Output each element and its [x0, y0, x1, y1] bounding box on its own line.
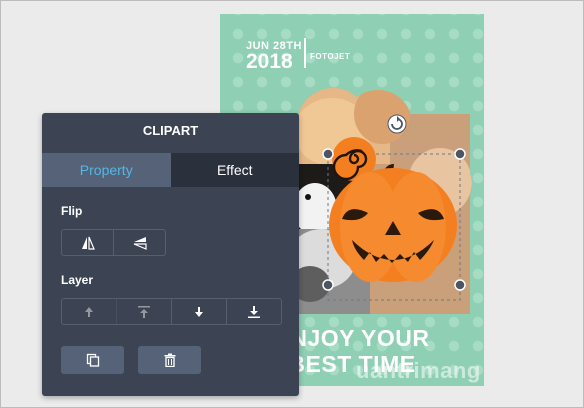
- trash-icon: [164, 353, 175, 367]
- flip-label: Flip: [61, 204, 83, 218]
- arrow-down-icon: [195, 306, 203, 317]
- flip-horizontal-icon: [81, 236, 95, 250]
- watermark: uantrimang: [356, 358, 481, 383]
- bring-forward-button[interactable]: [62, 299, 116, 324]
- flip-horizontal-button[interactable]: [62, 230, 113, 255]
- panel-title: CLIPART: [142, 123, 199, 138]
- flip-vertical-icon: [133, 236, 147, 250]
- rotate-handle[interactable]: [387, 114, 407, 134]
- clipart-panel: CLIPART Property Effect Flip Layer: [42, 113, 299, 396]
- delete-button[interactable]: [138, 346, 201, 374]
- arrow-up-top-icon: [138, 305, 150, 318]
- panel-tabs: Property Effect: [42, 153, 299, 187]
- flip-button-group: [61, 229, 166, 256]
- tab-property[interactable]: Property: [42, 153, 171, 187]
- send-backward-button[interactable]: [171, 299, 226, 324]
- arrow-up-icon: [85, 306, 93, 317]
- tab-effect[interactable]: Effect: [170, 153, 299, 187]
- send-to-back-button[interactable]: [226, 299, 281, 324]
- bring-to-front-button[interactable]: [116, 299, 171, 324]
- layer-button-group: [61, 298, 282, 325]
- arrow-down-bottom-icon: [248, 305, 260, 318]
- duplicate-button[interactable]: [61, 346, 124, 374]
- pumpkin-clipart[interactable]: [329, 168, 457, 282]
- copy-icon: [86, 353, 99, 367]
- flip-vertical-button[interactable]: [113, 230, 165, 255]
- layer-label: Layer: [61, 273, 94, 287]
